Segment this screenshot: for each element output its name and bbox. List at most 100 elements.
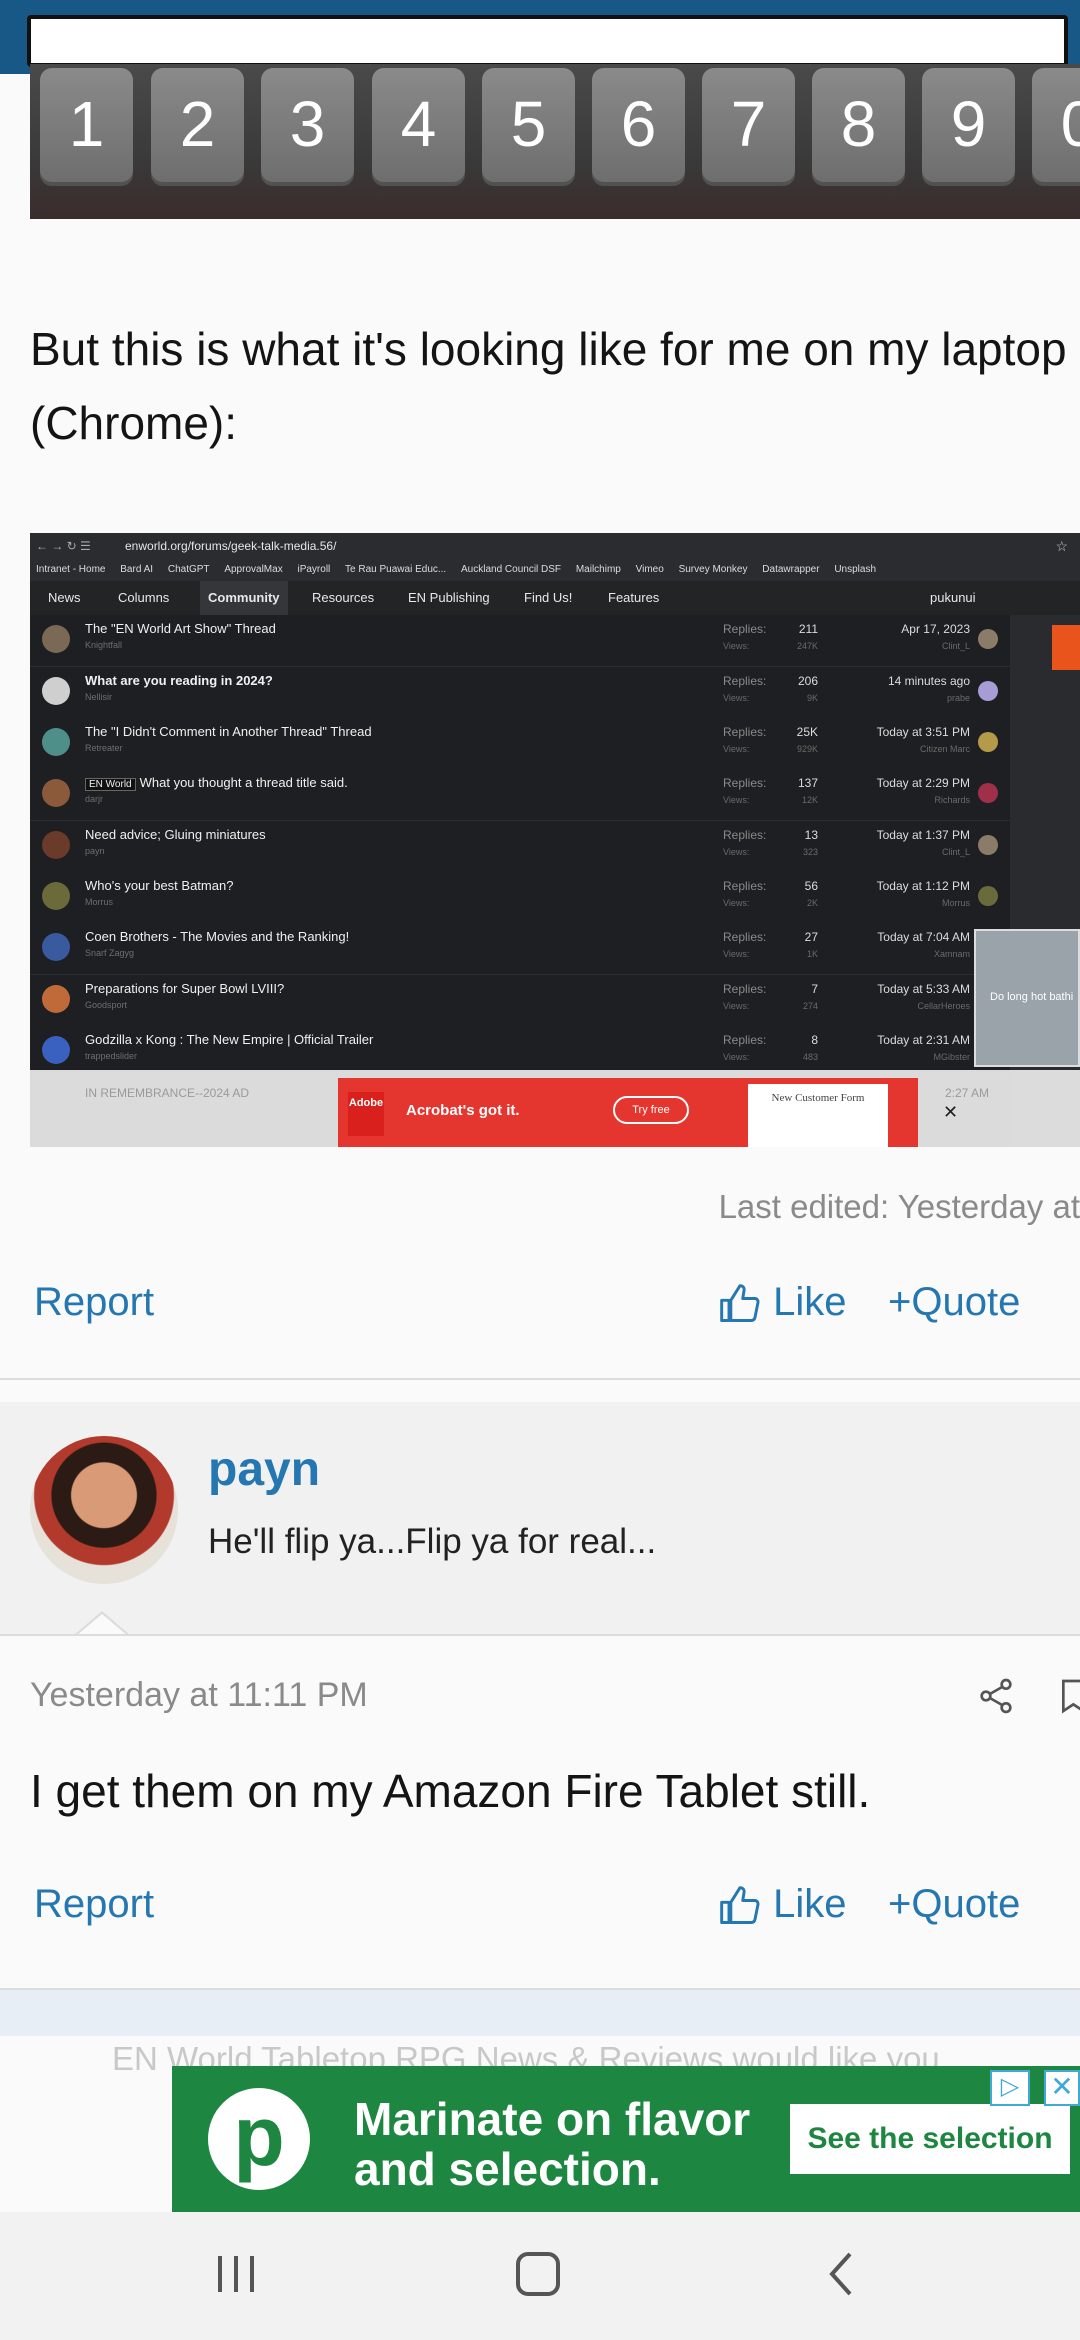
- last-post-date: Today at 2:29 PM: [876, 776, 970, 790]
- thread-row: Need advice; Gluing miniatures payn Repl…: [30, 821, 1010, 873]
- thread-row: The "I Didn't Comment in Another Thread"…: [30, 718, 1010, 770]
- thread-author: payn: [85, 846, 105, 856]
- replies-count: 211: [798, 622, 818, 636]
- publix-logo: p: [208, 2088, 310, 2190]
- thread-row: Who's your best Batman? Morrus Replies: …: [30, 872, 1010, 924]
- notice-band: [0, 1988, 1080, 2036]
- avatar: [42, 677, 70, 705]
- thread-author: Knightfall: [85, 640, 123, 650]
- bookmark: Auckland Council DSF: [461, 564, 562, 575]
- like-button[interactable]: Like: [718, 1280, 847, 1326]
- quote-label: Quote: [911, 1882, 1021, 1926]
- system-nav-bar: [0, 2212, 1080, 2340]
- last-post-date: Today at 2:31 AM: [877, 1033, 970, 1047]
- nav-en-publishing: EN Publishing: [408, 590, 490, 605]
- thread-row: The "EN World Art Show" Thread Knightfal…: [30, 615, 1010, 667]
- post-timestamp[interactable]: Yesterday at 11:11 PM: [30, 1676, 368, 1715]
- like-label: Like: [773, 1280, 847, 1324]
- thread-author: trappedslider: [85, 1051, 138, 1061]
- views-label: Views:: [723, 641, 750, 651]
- bookmark-icon[interactable]: [1060, 1676, 1080, 1716]
- video-overlay[interactable]: Do long hot bathi: [974, 929, 1080, 1067]
- avatar: [42, 985, 70, 1013]
- avatar: [42, 831, 70, 859]
- quote-button[interactable]: +Quote: [888, 1280, 1020, 1325]
- see-selection-button[interactable]: See the selection: [790, 2104, 1070, 2174]
- replies-count: 13: [804, 828, 818, 842]
- post-text-line2: (Chrome):: [30, 397, 238, 449]
- thread-row: What are you reading in 2024? Nellisir R…: [30, 667, 1010, 719]
- last-post-user: Clint_L: [941, 641, 970, 651]
- publix-ad[interactable]: p Marinate on flavor and selection. See …: [172, 2066, 1080, 2212]
- key-9: 9: [922, 68, 1015, 186]
- thread-author: Retreater: [85, 743, 123, 753]
- share-icon[interactable]: [976, 1676, 1016, 1716]
- views-label: Views:: [723, 744, 750, 754]
- nav-columns: Columns: [118, 590, 170, 605]
- adobe-logo: Adobe: [348, 1092, 384, 1136]
- forum-nav: News Columns Community Resources EN Publ…: [30, 581, 1080, 615]
- username[interactable]: payn: [208, 1442, 320, 1497]
- key-8: 8: [812, 68, 905, 186]
- bookmark: Survey Monkey: [678, 564, 748, 575]
- screenshot-username: pukunui: [930, 590, 976, 605]
- post-text: I get them on my Amazon Fire Tablet stil…: [30, 1765, 871, 1817]
- thumbs-up-icon: [720, 1284, 760, 1323]
- last-edited: Last edited: Yesterday at: [718, 1188, 1080, 1225]
- key-6: 6: [592, 68, 685, 186]
- thread-author: Nellisir: [85, 692, 112, 702]
- last-post-date: Today at 1:37 PM: [876, 828, 970, 842]
- nav-news: News: [48, 590, 81, 605]
- thread-title: Need advice; Gluing miniatures: [85, 827, 266, 842]
- last-post-user: CellarHeroes: [917, 1001, 970, 1011]
- close-icon[interactable]: ✕: [943, 1102, 958, 1123]
- avatar: [42, 933, 70, 961]
- like-button[interactable]: Like: [718, 1882, 847, 1928]
- last-post-user: prabe: [946, 693, 970, 703]
- report-button[interactable]: Report: [34, 1280, 154, 1325]
- close-ad-icon[interactable]: ✕: [1044, 2070, 1080, 2106]
- recent-apps-icon[interactable]: [214, 2248, 258, 2300]
- key-0: 0: [1032, 68, 1080, 186]
- views-count: 9K: [806, 693, 818, 703]
- avatar[interactable]: [30, 1436, 178, 1584]
- avatar: [42, 728, 70, 756]
- user-title: He'll flip ya...Flip ya for real...: [208, 1522, 657, 1561]
- last-post-user: Citizen Marc: [919, 744, 970, 754]
- thread-title: The "EN World Art Show" Thread: [85, 621, 276, 636]
- thread-title: Godzilla x Kong : The New Empire | Offic…: [85, 1032, 374, 1047]
- notch-pointer-inner: [76, 1614, 128, 1636]
- last-post-date: 14 minutes ago: [887, 674, 970, 688]
- avatar: [42, 882, 70, 910]
- key-2: 2: [151, 68, 244, 186]
- avatar: [978, 732, 998, 752]
- ad-form-image: New Customer Form: [748, 1084, 888, 1147]
- key-5: 5: [482, 68, 575, 186]
- last-post-date: Today at 3:51 PM: [876, 725, 970, 739]
- try-free-button[interactable]: Try free: [613, 1096, 689, 1124]
- replies-count: 8: [811, 1033, 818, 1047]
- views-label: Views:: [723, 693, 750, 703]
- bookmark: Bard AI: [120, 564, 154, 575]
- nav-community: Community: [200, 581, 288, 615]
- views-count: 929K: [796, 744, 818, 754]
- adobe-ad[interactable]: Adobe Acrobat's got it. Try free New Cus…: [338, 1078, 958, 1147]
- keypad-image: 1 2 3 4 5 6 7 8 9 0: [30, 64, 1080, 219]
- replies-count: 137: [797, 776, 818, 790]
- adchoices-icon[interactable]: ▷: [990, 2070, 1030, 2106]
- last-post-date: Today at 1:12 PM: [876, 879, 970, 893]
- last-post-user: Clint_L: [941, 847, 970, 857]
- thread-author: Snarf Zagyg: [85, 948, 135, 958]
- avatar: [978, 681, 998, 701]
- plus-icon: +: [888, 1280, 912, 1324]
- home-icon[interactable]: [514, 2248, 562, 2300]
- search-input[interactable]: [27, 15, 1068, 67]
- back-icon[interactable]: [826, 2248, 858, 2300]
- thread-title: Coen Brothers - The Movies and the Ranki…: [85, 929, 350, 944]
- last-post-user: Xamnam: [933, 949, 970, 959]
- quote-button[interactable]: +Quote: [888, 1882, 1020, 1927]
- embedded-screenshot[interactable]: ← → ↻ ☰ enworld.org/forums/geek-talk-med…: [30, 533, 1080, 1147]
- views-label: Views:: [723, 1001, 750, 1011]
- report-button[interactable]: Report: [34, 1882, 154, 1927]
- last-post-date: Apr 17, 2023: [901, 622, 970, 636]
